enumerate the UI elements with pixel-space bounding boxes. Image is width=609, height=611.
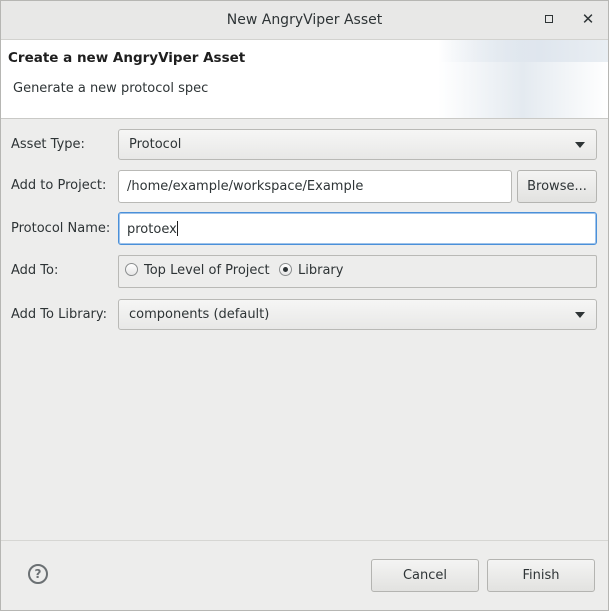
dropdown-arrow-icon [575, 142, 585, 148]
footer-divider [1, 540, 608, 541]
finish-button[interactable]: Finish [487, 559, 595, 592]
project-path-value: /home/example/workspace/Example [127, 179, 364, 194]
dropdown-arrow-icon [575, 312, 585, 318]
project-path-field[interactable]: /home/example/workspace/Example [118, 170, 512, 203]
title-bar[interactable]: New AngryViper Asset ✕ [1, 1, 608, 40]
dialog-window: New AngryViper Asset ✕ Create a new Angr… [0, 0, 609, 611]
radio-top-level-label[interactable]: Top Level of Project [144, 263, 270, 278]
radio-library-label[interactable]: Library [298, 263, 343, 278]
radio-top-level[interactable] [125, 263, 138, 276]
add-to-library-value: components (default) [129, 307, 270, 322]
asset-type-label: Asset Type: [11, 137, 85, 152]
radio-library[interactable] [279, 263, 292, 276]
cancel-button[interactable]: Cancel [371, 559, 479, 592]
wizard-description: Generate a new protocol spec [13, 81, 209, 96]
close-icon[interactable]: ✕ [580, 11, 596, 27]
add-to-radio-group: Top Level of Project Library [118, 255, 597, 288]
add-to-library-select[interactable]: components (default) [118, 299, 597, 330]
add-to-project-label: Add to Project: [11, 178, 107, 193]
protocol-name-value: protoex [127, 222, 177, 237]
wizard-heading: Create a new AngryViper Asset [8, 50, 246, 66]
help-icon[interactable]: ? [28, 564, 48, 584]
add-to-library-label: Add To Library: [11, 307, 108, 322]
text-cursor [176, 221, 178, 236]
protocol-name-label: Protocol Name: [11, 221, 111, 236]
asset-type-select[interactable]: Protocol [118, 129, 597, 160]
maximize-icon[interactable] [541, 11, 557, 27]
protocol-name-field[interactable]: protoex [118, 212, 597, 245]
wizard-banner: Create a new AngryViper Asset Generate a… [1, 40, 608, 119]
asset-type-value: Protocol [129, 137, 182, 152]
browse-button[interactable]: Browse... [517, 170, 597, 203]
banner-decoration [438, 40, 608, 62]
radio-selected-dot [283, 267, 288, 272]
window-title: New AngryViper Asset [226, 12, 383, 28]
add-to-label: Add To: [11, 263, 59, 278]
